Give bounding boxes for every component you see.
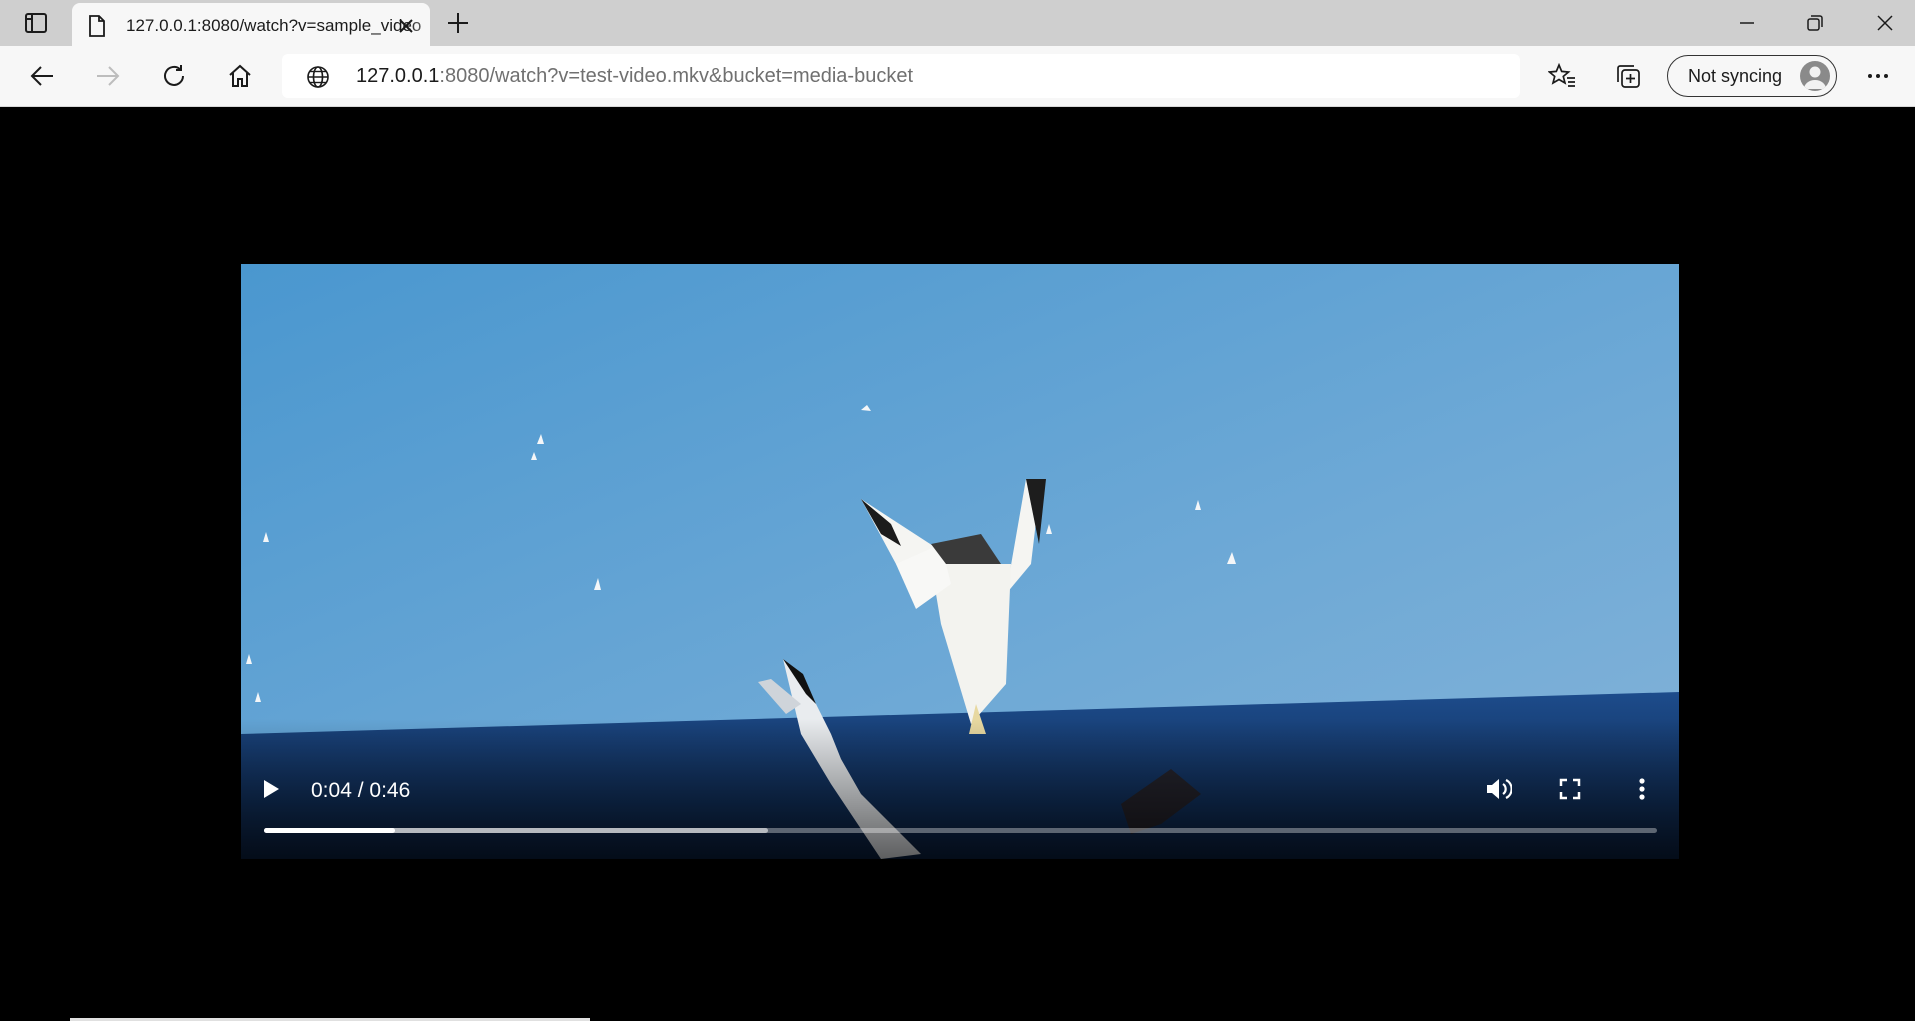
duration: 0:46 <box>369 779 411 802</box>
home-icon <box>229 64 251 87</box>
forward-icon <box>97 66 120 86</box>
page-icon <box>89 15 105 37</box>
globe-icon <box>307 66 329 88</box>
window-close-button[interactable] <box>1852 0 1915 46</box>
play-button[interactable] <box>255 773 287 805</box>
minimize-button[interactable] <box>1714 0 1780 46</box>
overflow-menu-button[interactable] <box>1625 772 1659 806</box>
more-vertical-icon <box>1639 778 1645 800</box>
collections-button[interactable] <box>1606 55 1650 97</box>
refresh-icon <box>164 65 184 86</box>
profile-sync-button[interactable]: Not syncing <box>1667 55 1837 97</box>
tab-strip: 127.0.0.1:8080/watch?v=sample_video <box>0 0 1915 48</box>
browser-toolbar: 127.0.0.1:8080/watch?v=test-video.mkv&bu… <box>0 46 1915 107</box>
time-display: 0:04 / 0:46 <box>311 779 410 803</box>
tab-actions-button[interactable] <box>14 8 58 38</box>
volume-icon <box>1487 779 1512 799</box>
close-icon <box>399 19 413 33</box>
url-host: 127.0.0.1 <box>356 65 440 87</box>
settings-more-button[interactable] <box>1856 55 1900 97</box>
video-player[interactable]: 0:04 / 0:46 <box>241 264 1679 859</box>
back-icon <box>30 66 53 86</box>
time-separator: / <box>351 779 370 802</box>
favorites-icon <box>1548 63 1575 87</box>
mute-button[interactable] <box>1481 772 1515 806</box>
played-range <box>264 828 395 833</box>
tab-active[interactable]: 127.0.0.1:8080/watch?v=sample_video <box>72 3 430 48</box>
url-path: :8080/watch?v=test-video.mkv&bucket=medi… <box>439 65 914 87</box>
collections-icon <box>1617 65 1640 88</box>
controls-overlay <box>241 719 1679 859</box>
home-button[interactable] <box>218 55 262 97</box>
current-time: 0:04 <box>311 779 352 802</box>
fullscreen-icon <box>1559 778 1581 800</box>
restore-button[interactable] <box>1782 0 1848 46</box>
forward-button[interactable] <box>86 55 130 97</box>
more-icon <box>1868 74 1888 78</box>
url-text[interactable]: 127.0.0.1:8080/watch?v=test-video.mkv&bu… <box>356 65 913 88</box>
restore-icon <box>1807 15 1823 31</box>
play-icon <box>264 780 279 798</box>
plus-icon <box>448 13 468 33</box>
progress-bar[interactable] <box>264 828 1657 833</box>
fullscreen-button[interactable] <box>1553 772 1587 806</box>
tab-actions-icon <box>25 13 47 33</box>
avatar-icon <box>1800 61 1830 91</box>
refresh-button[interactable] <box>152 55 196 97</box>
new-tab-button[interactable] <box>440 8 476 38</box>
favorites-button[interactable] <box>1540 55 1584 97</box>
window-close-icon <box>1877 15 1893 31</box>
back-button[interactable] <box>20 55 64 97</box>
sync-status-label: Not syncing <box>1688 66 1783 86</box>
address-bar[interactable]: 127.0.0.1:8080/watch?v=test-video.mkv&bu… <box>282 54 1520 98</box>
minimize-icon <box>1740 22 1754 24</box>
tab-close-button[interactable] <box>394 14 418 38</box>
